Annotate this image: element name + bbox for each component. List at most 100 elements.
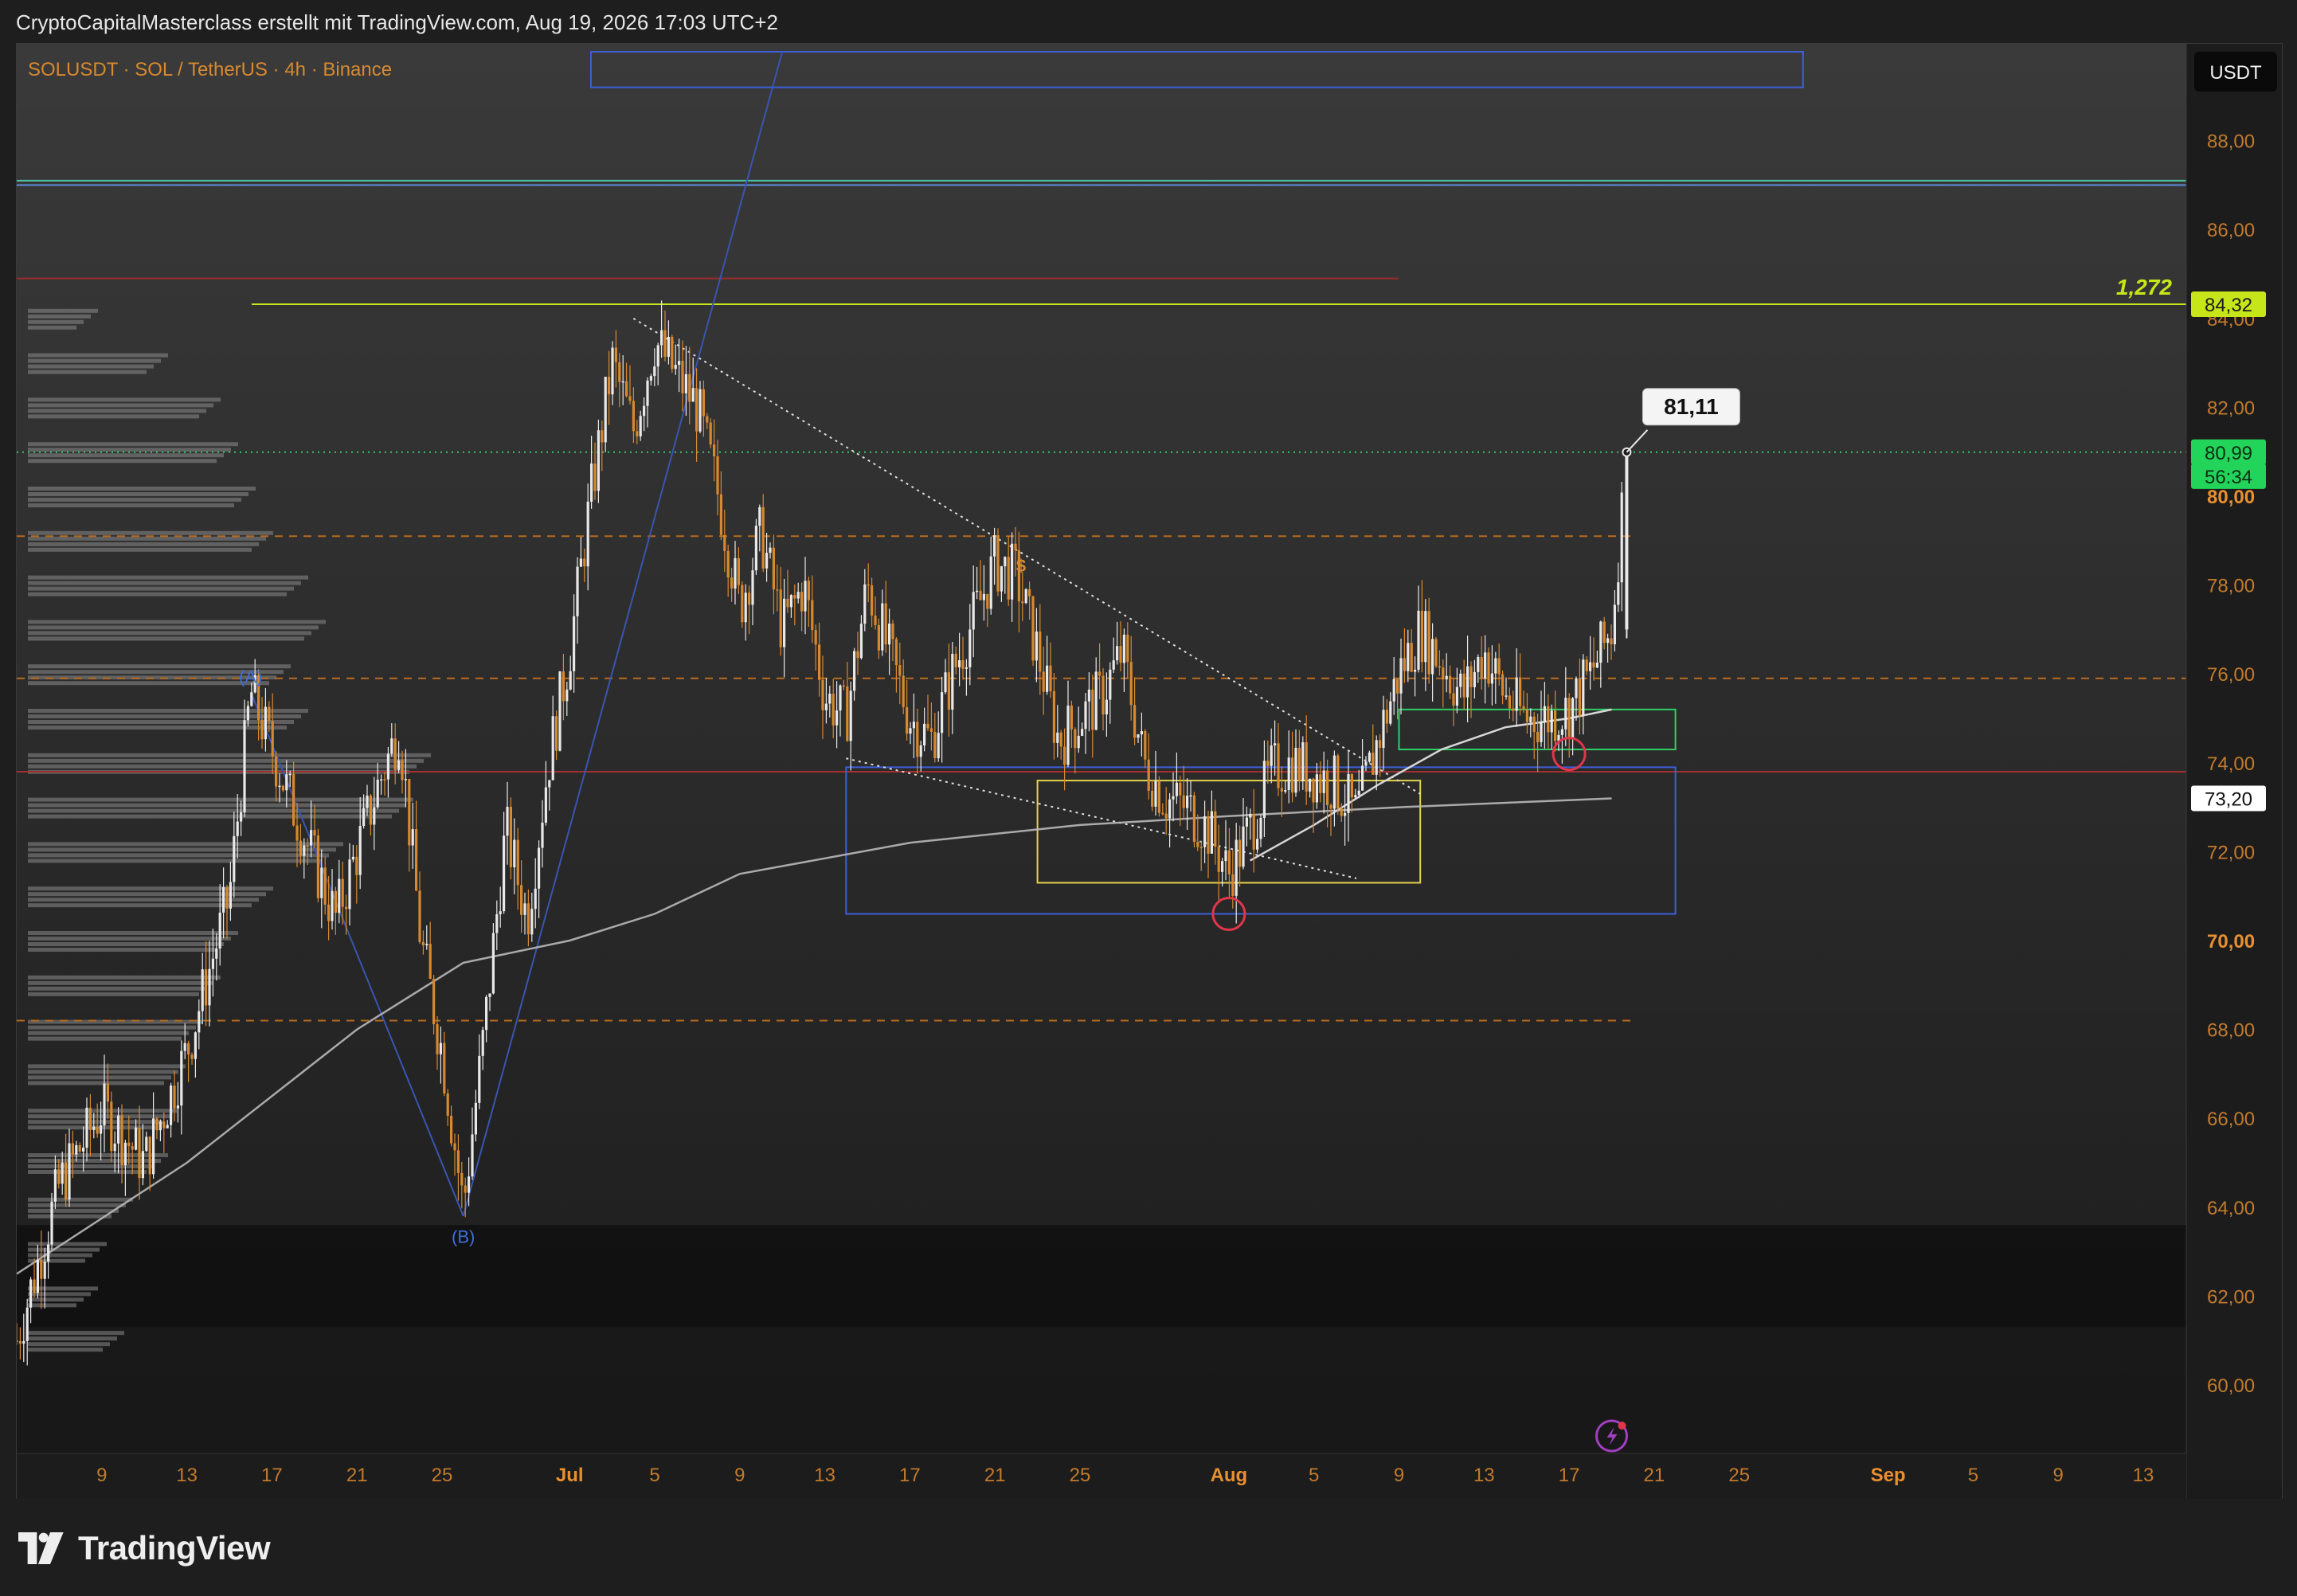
candle-body — [706, 416, 709, 423]
x-tick-label: 21 — [984, 1465, 1006, 1486]
candle-body — [754, 526, 757, 571]
candle-body — [923, 723, 926, 745]
candle-body — [1424, 611, 1427, 663]
candle-body — [916, 722, 919, 757]
candle-body — [1151, 790, 1154, 807]
y-tick-label: 78,00 — [2207, 576, 2255, 597]
candle-body — [1291, 757, 1294, 793]
candle-body — [593, 464, 597, 491]
candle-body — [1284, 790, 1287, 792]
candle-body — [649, 376, 652, 381]
time-axis — [17, 1453, 2186, 1500]
volume-profile-bar — [28, 448, 231, 452]
candle-body — [625, 381, 628, 397]
tradingview-brand-text: TradingView — [78, 1529, 271, 1567]
x-tick-label: 5 — [649, 1465, 659, 1486]
volume-profile-bar — [28, 903, 252, 908]
volume-profile-bar — [28, 1036, 182, 1041]
candle-body — [393, 738, 397, 770]
candle-body — [1179, 782, 1182, 796]
volume-profile-bar — [28, 803, 406, 808]
candle-body — [730, 577, 734, 589]
candle-body — [643, 405, 646, 417]
candle-body — [681, 361, 684, 393]
candle-body — [92, 1126, 96, 1130]
candle-body — [1287, 757, 1290, 791]
candle-body — [345, 906, 348, 909]
candle-body — [117, 1115, 120, 1144]
candle-body — [608, 377, 611, 395]
candle-body — [1613, 604, 1616, 644]
candle-body — [1252, 813, 1255, 850]
candle-body — [1242, 826, 1245, 867]
candle-body — [741, 585, 744, 623]
x-tick-label: Aug — [1211, 1465, 1248, 1486]
volume-profile-bar — [28, 625, 319, 630]
candle-body — [562, 671, 565, 702]
x-tick-label: 9 — [2053, 1465, 2064, 1486]
candle-body — [1515, 677, 1518, 711]
candle-body — [1522, 706, 1525, 710]
volume-profile-bar — [28, 1109, 177, 1113]
volume-profile-bar — [28, 1025, 196, 1030]
candle-body — [534, 888, 537, 909]
candle-body — [919, 745, 922, 757]
candle-body — [138, 1127, 141, 1179]
candle-body — [1217, 847, 1220, 872]
tradingview-logo[interactable]: TradingView — [18, 1529, 271, 1567]
candle-body — [380, 779, 383, 781]
candle-body — [684, 374, 687, 393]
candle-body — [828, 694, 832, 704]
volume-profile-bar — [28, 1297, 84, 1302]
candle-body — [523, 903, 526, 915]
candle-body — [1564, 698, 1567, 730]
candle-body — [779, 589, 782, 647]
candle-body — [100, 1125, 103, 1134]
candle-body — [1147, 759, 1150, 791]
candle-body — [821, 679, 824, 710]
candle-body — [1301, 742, 1305, 781]
candle-body — [968, 629, 972, 667]
volume-profile-bar — [28, 592, 287, 597]
header-bar: CryptoCapitalMasterclass erstellt mit Tr… — [0, 0, 2297, 43]
x-tick-label: Jul — [556, 1465, 584, 1486]
y-tick-label: 68,00 — [2207, 1020, 2255, 1042]
candle-body — [993, 535, 996, 557]
volume-profile-bar — [28, 980, 213, 985]
candle-body — [961, 660, 965, 669]
y-tick-label: 66,00 — [2207, 1109, 2255, 1130]
candle-body — [260, 720, 264, 740]
candle-body — [1182, 795, 1185, 808]
volume-profile-bar — [28, 720, 294, 724]
candle-body — [503, 835, 506, 912]
volume-profile-bar — [28, 931, 238, 935]
candle-body — [456, 1150, 460, 1173]
candle-body — [1144, 731, 1147, 760]
candle-body — [208, 968, 211, 1006]
candle-body — [327, 904, 331, 921]
candle-body — [1126, 634, 1129, 663]
candle-body — [526, 903, 530, 935]
candle-body — [761, 507, 765, 569]
candle-body — [43, 1262, 46, 1279]
candle-body — [814, 630, 817, 645]
candle-body — [468, 1176, 471, 1193]
candle-body — [691, 388, 695, 402]
chart-area[interactable]: (A) (B) $1,272 81,11 88,00 86,00 84,00 82,00 80,… — [16, 43, 2283, 1500]
volume-profile-bar — [28, 414, 199, 419]
y-tick-label: 74,00 — [2207, 753, 2255, 775]
candle-body — [726, 550, 730, 578]
volume-profile-bar — [28, 814, 392, 819]
candlestick-chart[interactable]: (A)(B)$1,27281,1188,0086,0084,0082,0080,… — [17, 44, 2282, 1500]
candle-body — [856, 651, 859, 659]
candle-body — [965, 667, 968, 669]
candle-body — [551, 716, 554, 780]
candle-body — [1239, 839, 1242, 867]
volume-profile-bar — [28, 1170, 147, 1174]
candle-body — [131, 1146, 134, 1150]
volume-profile-bar — [28, 542, 259, 546]
candle-body — [1063, 746, 1066, 765]
volume-profile-bar — [28, 758, 424, 763]
volume-profile-bar — [28, 325, 76, 330]
candle-body — [229, 882, 232, 909]
